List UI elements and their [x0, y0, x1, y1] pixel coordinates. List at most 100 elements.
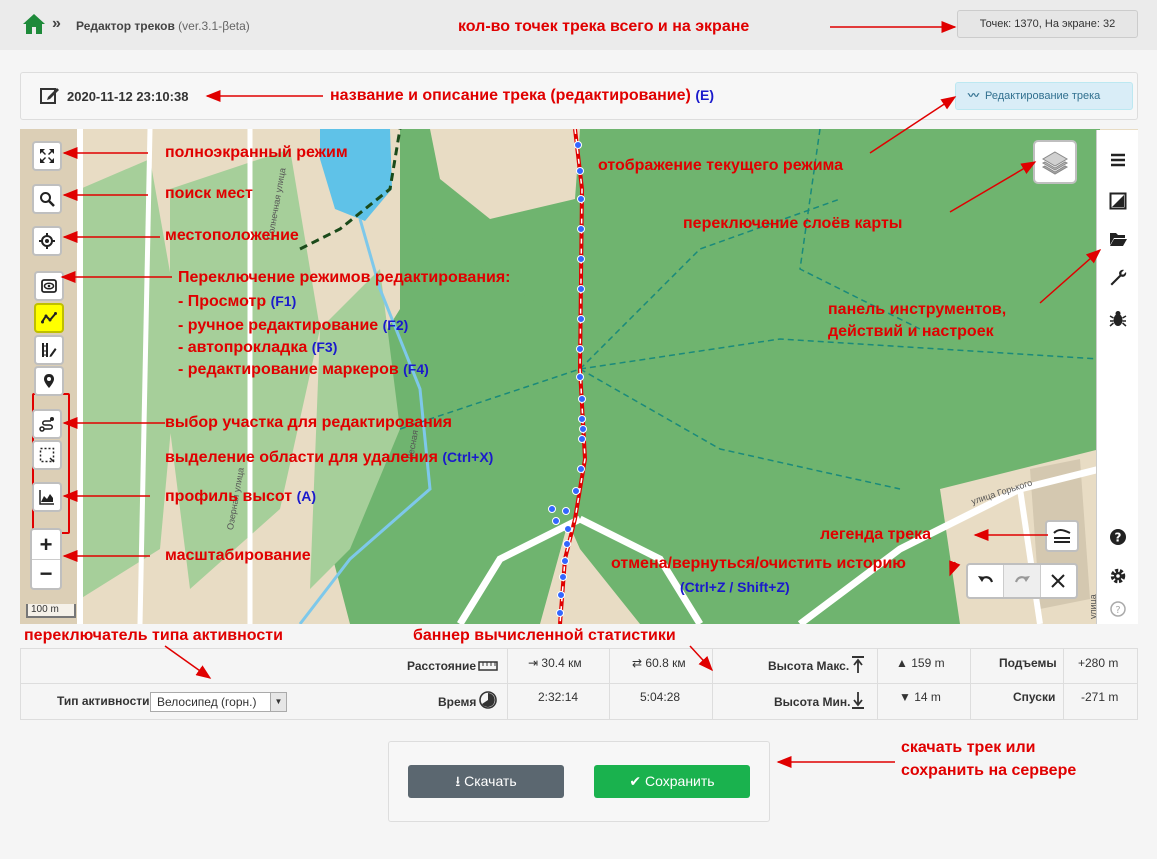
- undo-button[interactable]: [968, 565, 1003, 597]
- annotation-title: название и описание трека (редактировани…: [330, 87, 714, 104]
- distance-total: ⇄ 60.8 км: [632, 656, 686, 670]
- home-icon[interactable]: [22, 12, 46, 36]
- legend-icon: [1053, 529, 1071, 543]
- track-line-icon: 〰: [968, 90, 979, 102]
- time-one-way: 2:32:14: [538, 690, 579, 704]
- fullscreen-icon: [40, 149, 54, 163]
- mode-view-button[interactable]: [34, 271, 64, 301]
- mode-markers-button[interactable]: [34, 366, 64, 396]
- track-draw-icon: [41, 312, 57, 324]
- info-button[interactable]: ?: [1097, 595, 1138, 623]
- fullscreen-button[interactable]: [32, 141, 62, 171]
- swap-arrows-icon: ⇄: [632, 656, 643, 670]
- elev-max-value: ▲ 159 m: [896, 656, 945, 670]
- triangle-up-icon: ▲: [896, 656, 908, 670]
- annotation-mode-manual: - ручное редактирование (F2): [178, 317, 409, 334]
- image-icon: [1109, 192, 1127, 210]
- time-label: Время: [438, 695, 477, 709]
- distance-one-way: ⇥ 30.4 км: [528, 656, 582, 670]
- current-mode-badge: 〰 Редактирование трека: [955, 82, 1133, 110]
- ascents-value: +280 m: [1078, 656, 1119, 670]
- mode-manual-edit-button[interactable]: [34, 303, 64, 333]
- debug-button[interactable]: [1097, 305, 1138, 333]
- annotation-zoom: масштабирование: [165, 547, 311, 564]
- annotation-area-delete: выделение области для удаления (Ctrl+X): [165, 449, 494, 466]
- area-select-icon: [39, 447, 55, 463]
- annotation-download-2: сохранить на сервере: [901, 762, 1077, 779]
- annotation-search: поиск мест: [165, 185, 253, 202]
- elevation-profile-button[interactable]: [32, 482, 62, 512]
- annotation-layers: переключение слоёв карты: [683, 215, 903, 232]
- zoom-out-button[interactable]: −: [32, 559, 60, 588]
- menu-icon: [1111, 153, 1125, 167]
- annotation-mode-view: - Просмотр (F1): [178, 293, 297, 310]
- open-file-button[interactable]: [1097, 225, 1138, 253]
- annotation-location: местоположение: [165, 227, 299, 244]
- activity-type-select[interactable]: Велосипед (горн.) ▼: [150, 692, 287, 712]
- annotation-mode-auto: - автопрокладка (F3): [178, 339, 338, 356]
- scale-bar: 100 m: [26, 604, 76, 618]
- descents-value: -271 m: [1081, 690, 1119, 704]
- redo-button[interactable]: [1003, 565, 1040, 597]
- settings-tools-button[interactable]: [1097, 264, 1138, 292]
- help-icon: ?: [1110, 529, 1126, 545]
- descents-label: Спуски: [1013, 690, 1056, 704]
- points-counter: Точек: 1370, На экране: 32: [957, 10, 1138, 38]
- eye-icon: [41, 279, 57, 293]
- svg-text:?: ?: [1115, 605, 1120, 616]
- activity-label: Тип активности:: [57, 694, 154, 708]
- redo-icon: [1014, 576, 1030, 583]
- menu-button[interactable]: [1097, 146, 1138, 174]
- breadcrumb-chevron-icon: »: [52, 15, 61, 32]
- image-button[interactable]: [1097, 187, 1138, 215]
- folder-open-icon: [1110, 233, 1127, 246]
- annotation-tools-2: действий и настроек: [828, 323, 994, 340]
- marker-icon: [44, 374, 54, 388]
- annotation-activity-switch: переключатель типа активности: [24, 627, 283, 644]
- settings-button[interactable]: [1097, 562, 1138, 590]
- locate-button[interactable]: [32, 226, 62, 256]
- svg-text:?: ?: [1115, 531, 1122, 545]
- annotation-profile: профиль высот (A): [165, 488, 316, 505]
- app-title: Редактор треков (ver.3.1-βeta): [76, 19, 250, 33]
- question-circle-icon: ?: [1110, 601, 1126, 617]
- zoom-control: + −: [30, 528, 62, 590]
- undo-icon: [977, 576, 993, 583]
- dropdown-arrow-icon: ▼: [270, 693, 286, 711]
- segment-select-icon: [39, 417, 54, 432]
- download-button[interactable]: ⭳ Скачать: [408, 765, 564, 798]
- edit-icon[interactable]: [40, 85, 60, 105]
- stats-divider: [507, 649, 508, 719]
- download-icon: ⭳: [455, 773, 461, 789]
- elev-min-value: ▼ 14 m: [899, 690, 941, 704]
- gear-icon: [1110, 568, 1126, 584]
- segment-select-button[interactable]: [32, 409, 62, 439]
- stats-divider: [970, 649, 971, 719]
- zoom-in-button[interactable]: +: [32, 530, 60, 559]
- history-controls: [966, 563, 1078, 599]
- stats-divider: [712, 649, 713, 719]
- clear-history-button[interactable]: [1039, 565, 1076, 597]
- time-total: 5:04:28: [640, 690, 681, 704]
- layers-button[interactable]: [1033, 140, 1077, 184]
- help-button[interactable]: ?: [1097, 523, 1138, 551]
- annotation-tools-1: панель инструментов,: [828, 301, 1007, 318]
- search-button[interactable]: [32, 184, 62, 214]
- bug-icon: [1109, 311, 1127, 327]
- check-icon: ✔: [629, 773, 642, 789]
- elev-min-icon: [851, 691, 865, 714]
- annotation-current-mode: отображение текущего режима: [598, 157, 844, 174]
- annotation-download-1: скачать трек или: [901, 739, 1036, 756]
- annotation-history-keys: (Ctrl+Z / Shift+Z): [680, 579, 790, 595]
- clear-icon: [1051, 574, 1066, 588]
- save-button[interactable]: ✔ Сохранить: [594, 765, 750, 798]
- triangle-down-icon: ▼: [899, 690, 911, 704]
- annotation-points: кол-во точек трека всего и на экране: [458, 18, 750, 35]
- area-select-button[interactable]: [32, 440, 62, 470]
- wrench-icon: [1110, 269, 1127, 286]
- annotation-segment: выбор участка для редактирования: [165, 414, 452, 431]
- track-title[interactable]: 2020-11-12 23:10:38: [67, 89, 188, 104]
- track-legend-button[interactable]: [1045, 520, 1079, 552]
- stats-divider: [1063, 649, 1064, 719]
- mode-auto-route-button[interactable]: [34, 335, 64, 365]
